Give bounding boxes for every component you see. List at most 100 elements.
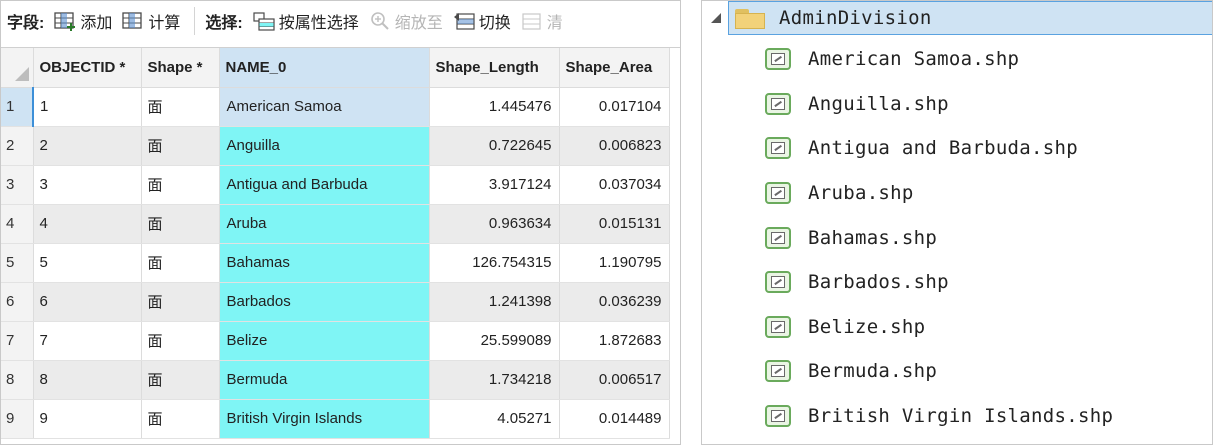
- cell-name[interactable]: American Samoa: [219, 87, 430, 127]
- list-item[interactable]: Bahamas.shp: [702, 215, 1212, 260]
- shapefile-icon: [765, 137, 791, 160]
- table-row[interactable]: 9 9 面 British Virgin Islands 4.05271 0.0…: [1, 399, 670, 439]
- list-item[interactable]: Aruba.shp: [702, 171, 1212, 216]
- folder-row[interactable]: AdminDivision: [702, 1, 1212, 35]
- add-field-button[interactable]: 添加: [54, 9, 112, 33]
- cell-name[interactable]: Bermuda: [219, 360, 430, 400]
- cell-shape-area[interactable]: 0.006517: [559, 360, 670, 400]
- cell-shape-length[interactable]: 0.722645: [429, 126, 560, 166]
- cell-shape-area[interactable]: 0.017104: [559, 87, 670, 127]
- row-number[interactable]: 8: [1, 360, 34, 400]
- column-header-shape[interactable]: Shape *: [141, 48, 220, 88]
- cell-objectid[interactable]: 9: [33, 399, 142, 439]
- folder-icon: [735, 7, 765, 29]
- attribute-table: OBJECTID * Shape * NAME_0 Shape_Length S…: [1, 48, 670, 439]
- cell-shape-area[interactable]: 0.014489: [559, 399, 670, 439]
- attribute-table-panel: 字段: 添加 计算 选择: 按属性选择 缩放至 切换 清 OBJECTID * …: [0, 0, 681, 445]
- cell-name[interactable]: Bahamas: [219, 243, 430, 283]
- cell-shape[interactable]: 面: [141, 399, 220, 439]
- cell-objectid[interactable]: 3: [33, 165, 142, 205]
- cell-shape[interactable]: 面: [141, 282, 220, 322]
- shapefile-icon: [765, 360, 791, 383]
- table-row[interactable]: 6 6 面 Barbados 1.241398 0.036239: [1, 282, 670, 322]
- clear-icon: [522, 13, 541, 30]
- list-item[interactable]: British Virgin Islands.shp: [702, 394, 1212, 439]
- calculate-field-button[interactable]: 计算: [122, 9, 180, 33]
- list-item[interactable]: Barbados.shp: [702, 260, 1212, 305]
- cell-shape-length[interactable]: 1.445476: [429, 87, 560, 127]
- table-row[interactable]: 1 1 面 American Samoa 1.445476 0.017104: [1, 87, 670, 127]
- cell-shape-area[interactable]: 0.015131: [559, 204, 670, 244]
- cell-shape[interactable]: 面: [141, 360, 220, 400]
- folder-label: AdminDivision: [779, 7, 932, 29]
- cell-shape[interactable]: 面: [141, 126, 220, 166]
- cell-shape-length[interactable]: 126.754315: [429, 243, 560, 283]
- cell-shape-length[interactable]: 4.05271: [429, 399, 560, 439]
- row-number[interactable]: 7: [1, 321, 34, 361]
- table-row[interactable]: 8 8 面 Bermuda 1.734218 0.006517: [1, 360, 670, 400]
- row-number[interactable]: 1: [1, 87, 34, 127]
- cell-shape[interactable]: 面: [141, 321, 220, 361]
- cell-shape-area[interactable]: 0.037034: [559, 165, 670, 205]
- row-number[interactable]: 4: [1, 204, 34, 244]
- cell-name[interactable]: Barbados: [219, 282, 430, 322]
- clear-selection-button[interactable]: 清: [521, 9, 563, 33]
- table-row[interactable]: 5 5 面 Bahamas 126.754315 1.190795: [1, 243, 670, 283]
- select-all-corner[interactable]: [1, 48, 34, 88]
- cell-name[interactable]: British Virgin Islands: [219, 399, 430, 439]
- cell-shape-length[interactable]: 0.963634: [429, 204, 560, 244]
- file-label: Bahamas.shp: [808, 226, 938, 249]
- row-number[interactable]: 3: [1, 165, 34, 205]
- cell-shape-length[interactable]: 1.241398: [429, 282, 560, 322]
- switch-icon: [453, 13, 475, 30]
- row-number[interactable]: 5: [1, 243, 34, 283]
- cell-name[interactable]: Aruba: [219, 204, 430, 244]
- cell-objectid[interactable]: 4: [33, 204, 142, 244]
- cell-objectid[interactable]: 2: [33, 126, 142, 166]
- row-number[interactable]: 9: [1, 399, 34, 439]
- column-header-shape-length[interactable]: Shape_Length: [429, 48, 560, 88]
- cell-shape[interactable]: 面: [141, 87, 220, 127]
- cell-shape-area[interactable]: 0.036239: [559, 282, 670, 322]
- zoom-to-icon: [370, 12, 389, 30]
- cell-shape[interactable]: 面: [141, 165, 220, 205]
- cell-shape-area[interactable]: 0.006823: [559, 126, 670, 166]
- folder-node-admindivision[interactable]: AdminDivision: [728, 1, 1212, 35]
- column-header-name[interactable]: NAME_0: [219, 48, 430, 88]
- list-item[interactable]: Antigua and Barbuda.shp: [702, 126, 1212, 171]
- shapefile-icon: [765, 92, 791, 115]
- list-item[interactable]: Bermuda.shp: [702, 349, 1212, 394]
- table-row[interactable]: 4 4 面 Aruba 0.963634 0.015131: [1, 204, 670, 244]
- table-row[interactable]: 2 2 面 Anguilla 0.722645 0.006823: [1, 126, 670, 166]
- cell-objectid[interactable]: 8: [33, 360, 142, 400]
- cell-objectid[interactable]: 5: [33, 243, 142, 283]
- collapse-arrow-icon[interactable]: [708, 10, 724, 26]
- table-row[interactable]: 3 3 面 Antigua and Barbuda 3.917124 0.037…: [1, 165, 670, 205]
- column-header-objectid[interactable]: OBJECTID *: [33, 48, 142, 88]
- select-by-attributes-button[interactable]: 按属性选择: [253, 9, 359, 33]
- list-item[interactable]: Anguilla.shp: [702, 82, 1212, 127]
- cell-name[interactable]: Anguilla: [219, 126, 430, 166]
- list-item[interactable]: Belize.shp: [702, 305, 1212, 350]
- row-number[interactable]: 6: [1, 282, 34, 322]
- cell-shape-length[interactable]: 3.917124: [429, 165, 560, 205]
- cell-objectid[interactable]: 7: [33, 321, 142, 361]
- row-number[interactable]: 2: [1, 126, 34, 166]
- cell-shape-length[interactable]: 1.734218: [429, 360, 560, 400]
- cell-objectid[interactable]: 1: [33, 87, 142, 127]
- column-header-shape-area[interactable]: Shape_Area: [559, 48, 670, 88]
- zoom-to-button[interactable]: 缩放至: [369, 9, 443, 33]
- list-item[interactable]: American Samoa.shp: [702, 37, 1212, 82]
- zoom-to-label: 缩放至: [394, 15, 443, 32]
- cell-shape-area[interactable]: 1.190795: [559, 243, 670, 283]
- shapefile-icon: [765, 315, 791, 338]
- switch-selection-button[interactable]: 切换: [453, 9, 511, 33]
- cell-shape[interactable]: 面: [141, 243, 220, 283]
- cell-name[interactable]: Belize: [219, 321, 430, 361]
- cell-objectid[interactable]: 6: [33, 282, 142, 322]
- cell-name[interactable]: Antigua and Barbuda: [219, 165, 430, 205]
- cell-shape-area[interactable]: 1.872683: [559, 321, 670, 361]
- cell-shape-length[interactable]: 25.599089: [429, 321, 560, 361]
- cell-shape[interactable]: 面: [141, 204, 220, 244]
- table-row[interactable]: 7 7 面 Belize 25.599089 1.872683: [1, 321, 670, 361]
